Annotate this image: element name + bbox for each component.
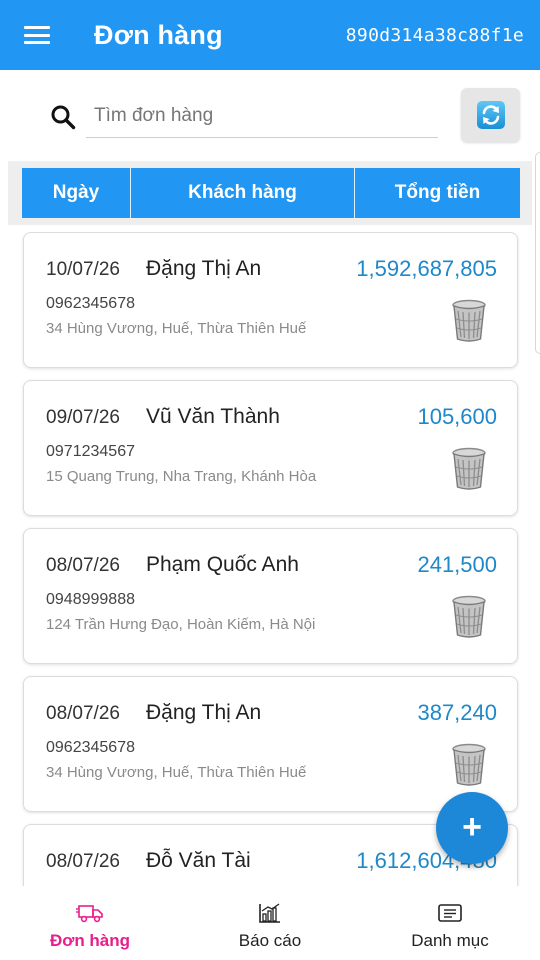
column-header-total[interactable]: Tổng tiền xyxy=(355,168,520,218)
search-bar xyxy=(0,88,540,146)
bottom-nav: Đơn hàng Báo cáo Danh mục xyxy=(0,886,540,960)
customer-name: Vũ Văn Thành xyxy=(146,405,280,428)
bar-chart-icon xyxy=(259,903,280,923)
plus-icon: + xyxy=(462,808,482,846)
order-total: 1,592,687,805 xyxy=(356,256,497,281)
order-card[interactable]: 09/07/26 Vũ Văn Thành 105,600 0971234567… xyxy=(23,380,518,516)
trash-icon[interactable] xyxy=(451,447,487,491)
order-date: 10/07/26 xyxy=(46,259,120,280)
customer-name: Đặng Thị An xyxy=(146,701,262,724)
column-header-date[interactable]: Ngày xyxy=(22,168,131,218)
search-input[interactable] xyxy=(86,94,438,138)
nav-label-orders: Đơn hàng xyxy=(49,931,131,950)
order-card[interactable]: 08/07/26 Phạm Quốc Anh 241,500 094899988… xyxy=(23,528,518,664)
nav-label-categories: Danh mục xyxy=(411,931,489,950)
customer-address: 15 Quang Trung, Nha Trang, Khánh Hòa xyxy=(46,468,317,485)
order-total: 105,600 xyxy=(417,404,497,429)
order-card[interactable]: 08/07/26 Đặng Thị An 387,240 0962345678 … xyxy=(23,676,518,812)
customer-name: Đỗ Văn Tài xyxy=(146,849,251,872)
nav-label-reports: Báo cáo xyxy=(238,931,302,950)
page-title: Đơn hàng xyxy=(94,19,223,50)
customer-address: 124 Trần Hưng Đạo, Hoàn Kiếm, Hà Nội xyxy=(46,616,316,633)
column-header-customer[interactable]: Khách hàng xyxy=(131,168,355,218)
customer-phone: 0962345678 xyxy=(46,295,135,312)
order-date: 08/07/26 xyxy=(46,555,120,576)
device-code: 890d314a38c88f1e xyxy=(345,25,524,46)
order-date: 08/07/26 xyxy=(46,703,120,724)
menu-button[interactable] xyxy=(0,0,74,70)
customer-phone: 0962345678 xyxy=(46,739,135,756)
order-card[interactable]: 10/07/26 Đặng Thị An 1,592,687,805 09623… xyxy=(23,232,518,368)
refresh-button[interactable] xyxy=(461,88,520,142)
refresh-icon xyxy=(476,101,505,129)
table-header-container: Ngày Khách hàng Tổng tiền xyxy=(8,161,532,225)
trash-icon[interactable] xyxy=(451,743,487,787)
order-date: 09/07/26 xyxy=(46,407,120,428)
list-icon xyxy=(438,904,462,922)
table-header: Ngày Khách hàng Tổng tiền xyxy=(22,168,520,218)
customer-name: Đặng Thị An xyxy=(146,257,262,280)
app-bar: Đơn hàng 890d314a38c88f1e xyxy=(0,0,540,70)
delivery-truck-icon xyxy=(76,905,103,923)
add-order-button[interactable]: + xyxy=(436,792,508,864)
search-icon xyxy=(51,105,76,130)
order-date: 08/07/26 xyxy=(46,851,120,872)
nav-item-categories[interactable]: Danh mục xyxy=(360,886,540,960)
hamburger-icon xyxy=(24,26,50,44)
customer-address: 34 Hùng Vương, Huế, Thừa Thiên Huế xyxy=(46,320,307,337)
customer-phone: 0971234567 xyxy=(46,443,135,460)
trash-icon[interactable] xyxy=(451,299,487,343)
trash-icon[interactable] xyxy=(451,595,487,639)
customer-phone: 0948999888 xyxy=(46,591,135,608)
customer-address: 34 Hùng Vương, Huế, Thừa Thiên Huế xyxy=(46,764,307,781)
nav-item-orders[interactable]: Đơn hàng xyxy=(0,886,180,960)
customer-name: Phạm Quốc Anh xyxy=(146,553,299,576)
nav-item-reports[interactable]: Báo cáo xyxy=(180,886,360,960)
order-total: 387,240 xyxy=(417,700,497,725)
app-root: Đơn hàng 890d314a38c88f1e Tìm đơn hàng N… xyxy=(0,0,540,960)
order-list: 10/07/26 Đặng Thị An 1,592,687,805 09623… xyxy=(0,232,540,886)
order-total: 241,500 xyxy=(417,552,497,577)
